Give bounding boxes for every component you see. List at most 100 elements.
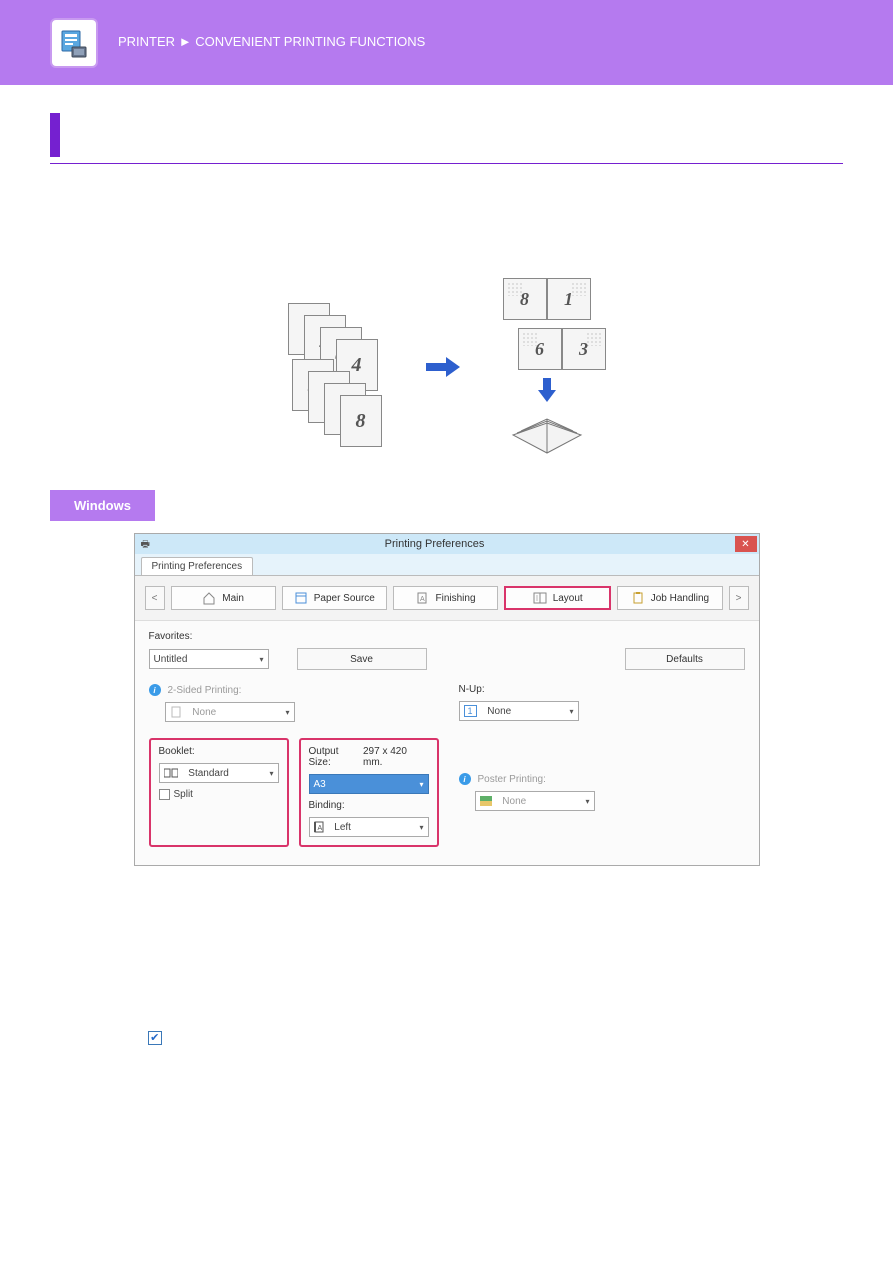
home-icon bbox=[202, 591, 216, 605]
ribbon-tab-finishing[interactable]: A Finishing bbox=[393, 586, 498, 610]
paragraph-1: The pamphlet function prints on the fron… bbox=[50, 214, 843, 231]
nup-select[interactable]: 1 None▾ bbox=[459, 701, 579, 721]
window-titlebar: 🖶 Printing Preferences ✕ bbox=[135, 534, 759, 554]
defaults-button[interactable]: Defaults bbox=[625, 648, 745, 670]
page-number: 3-26 bbox=[50, 1100, 843, 1114]
ribbon-tab-layout[interactable]: Layout bbox=[504, 586, 611, 610]
page-8: 8 bbox=[340, 395, 382, 447]
ribbon-next-button[interactable]: > bbox=[729, 586, 749, 610]
step-1-title: Click the [Layout] tab. bbox=[84, 888, 209, 902]
info-icon[interactable]: i bbox=[149, 684, 161, 696]
section-marker bbox=[50, 113, 60, 157]
breadcrumb-root: PRINTER bbox=[118, 34, 175, 49]
paragraph-2: This is convenient when you want to comp… bbox=[50, 239, 843, 256]
ribbon-prev-button[interactable]: < bbox=[145, 586, 165, 610]
step-3-title: Select the specified output size and the… bbox=[84, 991, 390, 1005]
output-size-label: Output Size: bbox=[309, 746, 363, 768]
output-size-select[interactable]: A3▾ bbox=[309, 774, 429, 794]
breadcrumb-sep: ► bbox=[179, 34, 192, 49]
two-sided-label: 2-Sided Printing: bbox=[168, 685, 242, 696]
section-title-row: CONVENIENT FUNCTIONS FOR CREATING PAMPHL… bbox=[50, 113, 843, 157]
ribbon-tab-label: Layout bbox=[553, 593, 583, 604]
split-checkbox[interactable]: Split bbox=[159, 789, 279, 800]
step-3: 3 Select the specified output size and t… bbox=[50, 989, 843, 1064]
printer-mode-icon bbox=[50, 18, 98, 68]
window-tab-strip: Printing Preferences bbox=[135, 554, 759, 576]
input-pages: 1 2 3 4 5 6 7 8 bbox=[288, 303, 398, 433]
ribbon-tab-label: Paper Source bbox=[314, 593, 375, 604]
subheading: CREATE A PAMPHLET (BOOKLET) bbox=[50, 188, 843, 204]
arrow-right-icon bbox=[426, 355, 460, 382]
booklet-label: Booklet: bbox=[159, 746, 279, 757]
window-title: Printing Preferences bbox=[135, 538, 735, 550]
clipboard-icon bbox=[631, 591, 645, 605]
driver-screenshot: 🖶 Printing Preferences ✕ Printing Prefer… bbox=[134, 533, 760, 866]
step-1: 1 Click the [Layout] tab. bbox=[50, 886, 843, 912]
ribbon-tab-job-handling[interactable]: Job Handling bbox=[617, 586, 722, 610]
ribbon-tab-paper-source[interactable]: Paper Source bbox=[282, 586, 387, 610]
booklet-group: Booklet: Standard▾ Split bbox=[149, 738, 289, 847]
step-2-title: Select [Standard] in "Booklet". bbox=[84, 932, 259, 946]
step-3-body-b: so that the output is divided into multi… bbox=[84, 1032, 812, 1061]
binding-value: Left bbox=[334, 822, 351, 833]
favorites-select[interactable]: Untitled▾ bbox=[149, 649, 269, 669]
booklet-value: Standard bbox=[188, 768, 229, 779]
checked-checkbox-icon: ✔ bbox=[148, 1031, 162, 1045]
ribbon-tab-main[interactable]: Main bbox=[171, 586, 276, 610]
save-button[interactable]: Save bbox=[297, 648, 427, 670]
binding-label: Binding: bbox=[309, 800, 429, 811]
poster-value: None bbox=[502, 796, 526, 807]
arrow-down-icon bbox=[538, 378, 556, 405]
os-badge: Windows bbox=[50, 490, 155, 521]
split-label: Split bbox=[174, 789, 193, 800]
ribbon-tab-label: Main bbox=[222, 593, 244, 604]
window-body: Favorites: Untitled▾ Save Defaults i 2-S… bbox=[135, 621, 759, 865]
info-icon[interactable]: i bbox=[459, 773, 471, 785]
svg-text:A: A bbox=[420, 596, 425, 603]
poster-icon bbox=[480, 796, 492, 806]
section-title: CONVENIENT FUNCTIONS FOR CREATING PAMPHL… bbox=[74, 113, 843, 138]
nup-value: None bbox=[487, 706, 511, 717]
poster-row: i Poster Printing: bbox=[459, 773, 745, 785]
nup-label: N-Up: bbox=[459, 684, 745, 695]
svg-text:A: A bbox=[317, 825, 322, 832]
checkbox-box bbox=[159, 789, 170, 800]
ribbon-tabs-row: < Main Paper Source A Finishing Layout J… bbox=[135, 576, 759, 621]
ribbon-tab-label: Finishing bbox=[435, 593, 475, 604]
booklet-bottom-row: 6 3 bbox=[518, 328, 606, 370]
booklet-cell-1: 1 bbox=[547, 278, 591, 320]
binding-select[interactable]: A Left▾ bbox=[309, 817, 429, 837]
step-number: 2 bbox=[50, 930, 74, 956]
sheet-icon bbox=[170, 706, 182, 718]
tray-icon bbox=[294, 591, 308, 605]
close-button[interactable]: ✕ bbox=[735, 536, 757, 552]
tab-printing-preferences[interactable]: Printing Preferences bbox=[141, 557, 254, 575]
section-underline bbox=[50, 163, 843, 164]
two-sided-select[interactable]: None▾ bbox=[165, 702, 295, 722]
ribbon-tab-label: Job Handling bbox=[651, 593, 709, 604]
page-icon: A bbox=[415, 591, 429, 605]
booklet-top-row: 8 1 bbox=[503, 278, 591, 320]
output-dims: 297 x 420 mm. bbox=[363, 746, 429, 768]
poster-select[interactable]: None▾ bbox=[475, 791, 595, 811]
favorites-label: Favorites: bbox=[149, 631, 745, 642]
step-2-body: The printed image will be enlarged or re… bbox=[84, 954, 843, 971]
printer-glyph-icon: 🖶 bbox=[141, 537, 150, 554]
two-sided-row: i 2-Sided Printing: bbox=[149, 684, 439, 696]
folded-booklet-icon bbox=[507, 413, 587, 458]
output-booklet: 8 1 6 3 bbox=[488, 278, 606, 458]
step-number: 3 bbox=[50, 989, 74, 1015]
booklet-diagram: 1 2 3 4 5 6 7 8 8 1 6 3 bbox=[50, 278, 843, 458]
nup-prefix: 1 bbox=[464, 705, 477, 717]
booklet-cell-6: 6 bbox=[518, 328, 562, 370]
booklet-cell-8: 8 bbox=[503, 278, 547, 320]
output-binding-group: Output Size: 297 x 420 mm. A3▾ Binding: bbox=[299, 738, 439, 847]
left-column: i 2-Sided Printing: None▾ Booklet: Stand… bbox=[149, 684, 439, 847]
binding-left-icon: A bbox=[314, 821, 324, 833]
step-number: 1 bbox=[50, 886, 74, 912]
output-size-value: A3 bbox=[314, 779, 326, 790]
layout-icon bbox=[533, 591, 547, 605]
header-bar: PRINTER ► CONVENIENT PRINTING FUNCTIONS bbox=[0, 0, 893, 85]
header-breadcrumb: PRINTER ► CONVENIENT PRINTING FUNCTIONS bbox=[118, 33, 425, 51]
booklet-select[interactable]: Standard▾ bbox=[159, 763, 279, 783]
